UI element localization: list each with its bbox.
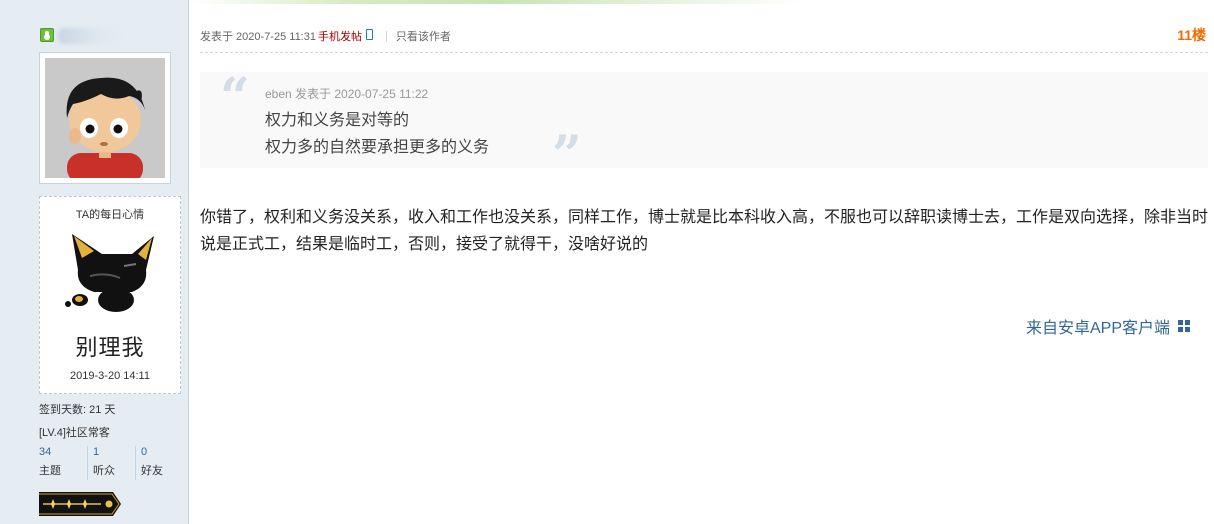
daily-mood-card: TA的每日心情 别理我 2019-3-20 14:11 bbox=[39, 196, 181, 394]
open-quote-icon: “ bbox=[220, 67, 250, 128]
close-quote-icon: ” bbox=[552, 125, 582, 186]
author-name-blurred[interactable] bbox=[58, 28, 128, 44]
avatar-cartoon-icon bbox=[45, 58, 165, 178]
stat-followers-label: 听众 bbox=[93, 465, 115, 477]
phone-icon bbox=[365, 28, 373, 40]
user-stats: 34 主题 1 听众 0 好友 bbox=[39, 446, 183, 480]
floor-number[interactable]: 11楼 bbox=[1177, 25, 1206, 45]
rank-medal-icon[interactable] bbox=[39, 490, 123, 518]
stat-friends[interactable]: 0 好友 bbox=[135, 446, 183, 480]
signin-days: 签到天数: 21 天 bbox=[39, 404, 116, 416]
stat-topics-label: 主题 bbox=[39, 465, 61, 477]
qr-code-icon[interactable] bbox=[1178, 320, 1190, 332]
avatar-image bbox=[45, 58, 165, 178]
quote-author: eben 发表于 2020-07-25 11:22 bbox=[265, 87, 429, 101]
mood-title: TA的每日心情 bbox=[75, 209, 145, 221]
stat-followers[interactable]: 1 听众 bbox=[87, 446, 135, 480]
black-cat-icon bbox=[50, 226, 170, 316]
stat-topics-num[interactable]: 34 bbox=[39, 446, 87, 458]
post-meta: 发表于 2020-7-25 11:31 手机发帖 | 只看该作者 bbox=[200, 28, 451, 44]
top-gradient-bar bbox=[190, 0, 1214, 4]
mood-date: 2019-3-20 14:11 bbox=[70, 370, 150, 382]
only-author-link[interactable]: 只看该作者 bbox=[396, 28, 451, 44]
divider bbox=[200, 52, 1208, 53]
author-sidebar: TA的每日心情 别理我 2019-3-20 14:11 签到天数: 21 天 [… bbox=[0, 0, 189, 524]
quote-block: “ eben 发表于 2020-07-25 11:22 权力和义务是对等的 权力… bbox=[200, 67, 1208, 182]
stat-friends-num[interactable]: 0 bbox=[141, 446, 183, 458]
mobile-post-link[interactable]: 手机发帖 bbox=[318, 28, 362, 44]
meta-separator: | bbox=[384, 30, 388, 42]
user-level[interactable]: [LV.4]社区常客 bbox=[39, 424, 110, 440]
post-body: 你错了，权利和义务没关系，收入和工作也没关系，同样工作，博士就是比本科收入高，不… bbox=[200, 209, 1209, 253]
from-app-link[interactable]: 来自安卓APP客户端 bbox=[1026, 314, 1190, 338]
quote-line: 权力和义务是对等的 bbox=[265, 112, 410, 129]
stat-friends-label: 好友 bbox=[141, 465, 163, 477]
avatar[interactable] bbox=[39, 52, 171, 184]
quote-line: 权力多的自然要承担更多的义务 bbox=[265, 139, 490, 156]
from-app-label[interactable]: 来自安卓APP客户端 bbox=[1026, 314, 1170, 338]
stat-topics[interactable]: 34 主题 bbox=[39, 446, 87, 480]
online-status-icon bbox=[40, 28, 54, 42]
stat-followers-num[interactable]: 1 bbox=[93, 446, 135, 458]
post-content: 发表于 2020-7-25 11:31 手机发帖 | 只看该作者 11楼 “ e… bbox=[190, 14, 1214, 524]
mood-text: 别理我 bbox=[75, 336, 145, 361]
post-time: 发表于 2020-7-25 11:31 bbox=[200, 31, 316, 43]
